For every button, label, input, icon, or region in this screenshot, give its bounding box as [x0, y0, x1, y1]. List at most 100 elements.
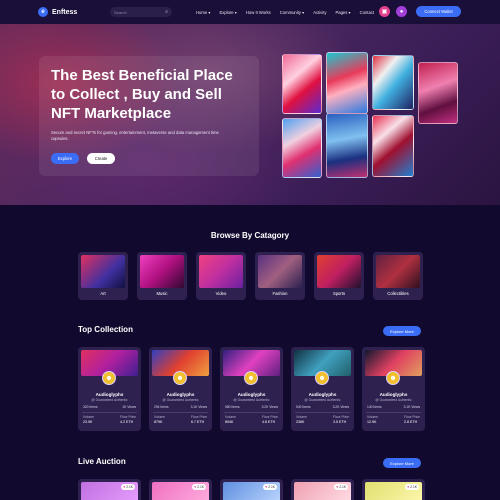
- top-collection-title: Top Collection: [78, 325, 133, 334]
- collection-items-count: 580 Items: [225, 405, 240, 409]
- category-list: Art Music Video Fashion Sports Collectib…: [78, 252, 423, 300]
- collection-card[interactable]: ☻ Audioglyphs @ Guaranteed Authentic 540…: [291, 347, 354, 431]
- collection-items-count: 320 Items: [83, 405, 98, 409]
- heart-icon: ♥: [336, 485, 339, 489]
- volume-value: 236K: [296, 419, 305, 424]
- hero-description: Secure and secret NFTs for gaming, enter…: [51, 130, 219, 141]
- category-card-sports[interactable]: Sports: [314, 252, 364, 300]
- category-label: Collectibles: [387, 291, 409, 296]
- explore-more-button[interactable]: Explore More: [383, 458, 421, 468]
- collection-name: Audioglyphs: [237, 392, 266, 397]
- collection-card[interactable]: ☻ Audioglyphs @ Guaranteed Authentic 294…: [149, 347, 212, 431]
- volume-value: 879K: [154, 419, 163, 424]
- like-badge[interactable]: ♥ 2.1K: [334, 484, 348, 490]
- hero-artwork-image[interactable]: [282, 118, 322, 178]
- wallet-icon[interactable]: ▣: [379, 6, 390, 17]
- collection-subtitle: @ Guaranteed Authentic: [162, 398, 199, 402]
- volume-label: Volume: [296, 414, 307, 419]
- menu-item-community[interactable]: Community ▾: [280, 10, 304, 15]
- floor-price-value: 4.2 ETH: [120, 419, 134, 424]
- like-badge[interactable]: ♥ 2.1K: [192, 484, 206, 490]
- search-icon[interactable]: ⌕: [165, 9, 168, 15]
- collection-card[interactable]: ☻ Audioglyphs @ Guaranteed Authentic 320…: [78, 347, 141, 431]
- auction-card[interactable]: ♥ 2.1K: [220, 479, 283, 500]
- volume-value: 12.9K: [367, 419, 377, 424]
- collection-subtitle: @ Guaranteed Authentic: [233, 398, 270, 402]
- menu-item-explore[interactable]: Explore ▾: [219, 10, 236, 15]
- category-card-art[interactable]: Art: [78, 252, 128, 300]
- category-card-music[interactable]: Music: [137, 252, 187, 300]
- hero-artwork-image[interactable]: [326, 113, 368, 178]
- category-card-collectibles[interactable]: Collectibles: [373, 252, 423, 300]
- create-button[interactable]: Create: [87, 153, 115, 164]
- collection-views-count: 3.2K Views: [332, 405, 349, 409]
- collection-card[interactable]: ☻ Audioglyphs @ Guaranteed Authentic 140…: [362, 347, 425, 431]
- collection-views-count: 3.1K Views: [190, 405, 207, 409]
- menu-item-activity[interactable]: Activity: [313, 10, 326, 15]
- volume-value: 894K: [225, 419, 234, 424]
- menu-item-home[interactable]: Home ▾: [196, 10, 210, 15]
- collection-avatar: ☻: [386, 371, 400, 385]
- category-label: Sports: [332, 291, 346, 296]
- collection-subtitle: @ Guaranteed Authentic: [91, 398, 128, 402]
- floor-price-label: Floor Price: [333, 414, 349, 419]
- collection-views-count: 1K Views: [122, 405, 136, 409]
- heart-icon: ♥: [407, 485, 410, 489]
- user-icon[interactable]: ●: [396, 6, 407, 17]
- volume-label: Volume: [154, 414, 165, 419]
- floor-price-value: 3.5 ETH: [333, 419, 347, 424]
- category-card-fashion[interactable]: Fashion: [255, 252, 305, 300]
- collection-views-count: 3.2K Views: [261, 405, 278, 409]
- menu-item-contact[interactable]: Contact: [360, 10, 374, 15]
- collection-avatar: ☻: [244, 371, 258, 385]
- auction-card[interactable]: ♥ 2.1K: [78, 479, 141, 500]
- explore-more-button[interactable]: Explore More: [383, 326, 421, 336]
- auction-card[interactable]: ♥ 2.1K: [291, 479, 354, 500]
- collection-name: Audioglyphs: [166, 392, 195, 397]
- like-badge[interactable]: ♥ 2.1K: [263, 484, 277, 490]
- collection-avatar: ☻: [102, 371, 116, 385]
- collection-card[interactable]: ☻ Audioglyphs @ Guaranteed Authentic 580…: [220, 347, 283, 431]
- hero-title: The Best Beneficial Place to Collect , B…: [51, 67, 233, 122]
- category-image: [376, 255, 420, 288]
- auction-card[interactable]: ♥ 2.1K: [362, 479, 425, 500]
- heart-icon: ♥: [194, 485, 197, 489]
- category-image: [81, 255, 125, 288]
- like-badge[interactable]: ♥ 2.1K: [405, 484, 419, 490]
- menu-item-pages[interactable]: Pages ▾: [335, 10, 350, 15]
- hero-artwork-image[interactable]: [372, 115, 414, 177]
- collection-items-count: 140 Items: [367, 405, 382, 409]
- live-auction-title: Live Auction: [78, 457, 126, 466]
- auction-list: ♥ 2.1K ♥ 2.1K ♥ 2.1K ♥ 2.1K ♥ 2.1K: [78, 479, 425, 500]
- heart-icon: ♥: [265, 485, 268, 489]
- connect-wallet-button[interactable]: Connect Wallet: [416, 6, 461, 17]
- collection-avatar: ☻: [315, 371, 329, 385]
- search-input[interactable]: Search ⌕: [110, 7, 172, 17]
- hero-card: The Best Beneficial Place to Collect , B…: [39, 56, 259, 176]
- hero-artwork-image[interactable]: [326, 52, 368, 114]
- logo[interactable]: e Enftess: [38, 7, 110, 17]
- like-badge[interactable]: ♥ 2.1K: [121, 484, 135, 490]
- logo-icon: e: [38, 7, 48, 17]
- volume-label: Volume: [367, 414, 378, 419]
- category-card-video[interactable]: Video: [196, 252, 246, 300]
- hero-artwork-image[interactable]: [372, 55, 414, 110]
- floor-price-label: Floor Price: [404, 414, 420, 419]
- category-label: Video: [215, 291, 227, 296]
- volume-label: Volume: [83, 414, 94, 419]
- category-label: Art: [100, 291, 106, 296]
- floor-price-value: 6.7 ETH: [191, 419, 205, 424]
- menu-item-how-it-works[interactable]: How It Works: [246, 10, 271, 15]
- collection-items-count: 294 Items: [154, 405, 169, 409]
- auction-card[interactable]: ♥ 2.1K: [149, 479, 212, 500]
- collection-subtitle: @ Guaranteed Authentic: [304, 398, 341, 402]
- volume-label: Volume: [225, 414, 236, 419]
- collection-items-count: 540 Items: [296, 405, 311, 409]
- collection-list: ☻ Audioglyphs @ Guaranteed Authentic 320…: [78, 347, 425, 431]
- explore-button[interactable]: Explore: [51, 153, 79, 164]
- category-image: [140, 255, 184, 288]
- hero-artwork-image[interactable]: [282, 54, 322, 114]
- collection-views-count: 3.1K Views: [403, 405, 420, 409]
- category-image: [317, 255, 361, 288]
- hero-artwork-image[interactable]: [418, 62, 458, 124]
